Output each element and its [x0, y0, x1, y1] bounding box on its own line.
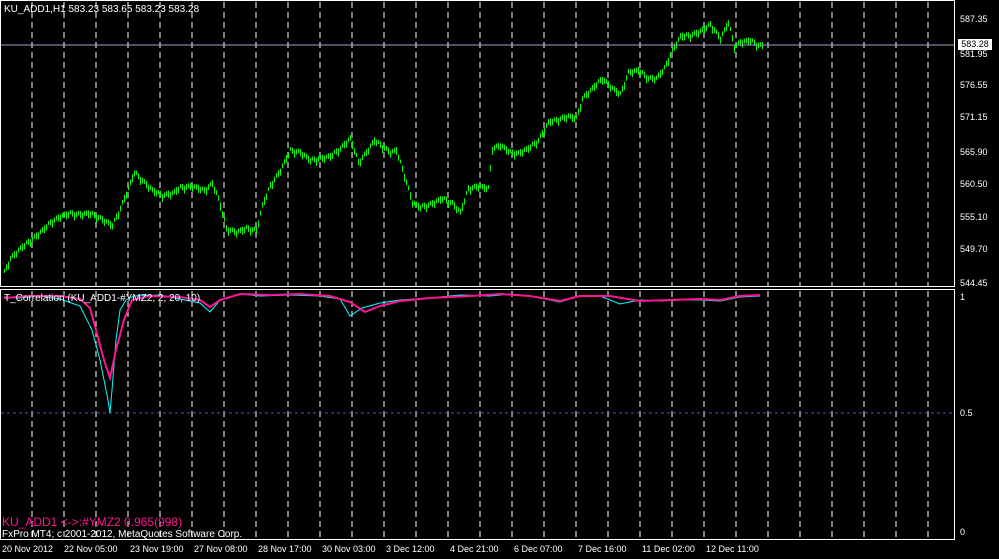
copyright-text: FxPro MT4; c 2001-2012, MetaQuotes Softw…	[2, 529, 243, 540]
current-price-tag: 583.28	[958, 39, 992, 50]
price-label: 576.55	[960, 80, 988, 90]
indicator-panel-border	[0, 289, 955, 540]
price-label: 581.95	[960, 49, 988, 59]
time-label: 23 Nov 19:00	[130, 544, 184, 554]
price-label: 587.35	[960, 14, 988, 24]
price-label: 549.70	[960, 244, 988, 254]
time-label: 20 Nov 2012	[2, 544, 54, 554]
time-label: 27 Nov 08:00	[194, 544, 248, 554]
grid-lines	[31, 2, 929, 539]
indicator-level-label: 1	[960, 292, 966, 302]
time-label: 28 Nov 17:00	[258, 544, 312, 554]
price-label: 565.90	[960, 147, 988, 157]
time-label: 6 Dec 07:00	[514, 544, 563, 554]
time-label: 11 Dec 02:00	[642, 544, 695, 554]
chart-canvas[interactable]	[0, 0, 999, 559]
price-label: 560.50	[960, 179, 988, 189]
time-label: 7 Dec 16:00	[578, 544, 627, 554]
indicator-level-label: 0	[960, 527, 966, 537]
price-label: 544.45	[960, 278, 988, 288]
time-label: 22 Nov 05:00	[64, 544, 118, 554]
correlation-line-pink	[3, 292, 761, 382]
chart-title: KU_ADD1,H1 583.23 583.65 583.23 583.28	[4, 4, 200, 15]
time-label: 4 Dec 21:00	[450, 544, 499, 554]
price-label: 571.15	[960, 112, 988, 122]
time-label: 30 Nov 03:00	[322, 544, 376, 554]
indicator-title: T_Correlation (KU_ADD1-#YMZ2, 2, 20, 10)	[4, 293, 201, 304]
price-label: 555.10	[960, 212, 988, 222]
indicator-level-label: 0.5	[960, 408, 973, 418]
correlation-readout: KU_ADD1 <->:#YMZ2 0.965(998)	[2, 515, 183, 529]
main-panel-border	[0, 0, 955, 287]
time-label: 12 Dec 11:00	[706, 544, 759, 554]
correlation-line-cyan	[3, 293, 761, 414]
time-label: 3 Dec 12:00	[386, 544, 435, 554]
